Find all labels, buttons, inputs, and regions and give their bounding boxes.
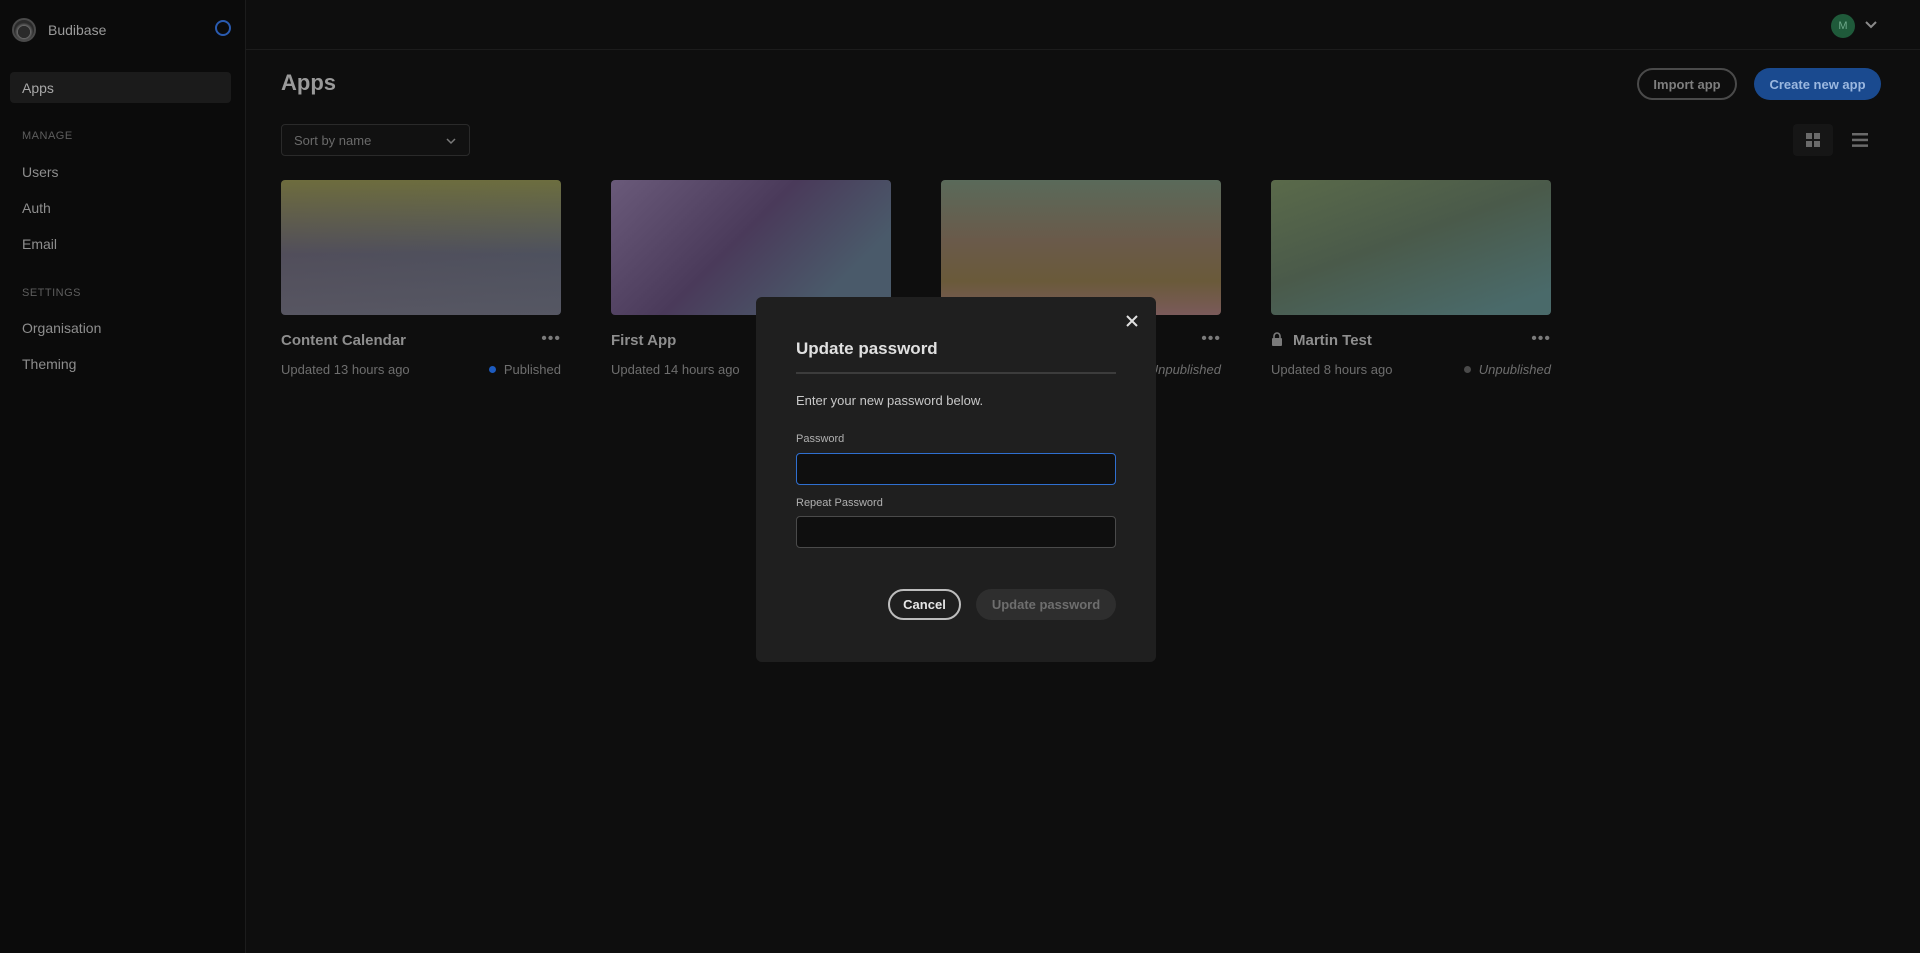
chevron-down-icon (446, 138, 456, 145)
grid-view-button[interactable] (1793, 124, 1833, 156)
app-updated: Updated 8 hours ago (1271, 362, 1393, 377)
update-password-modal: Update password Enter your new password … (756, 297, 1156, 662)
modal-title: Update password (796, 339, 938, 358)
app-status: Published (488, 362, 561, 377)
password-input[interactable] (796, 453, 1116, 485)
app-thumbnail[interactable] (941, 180, 1221, 315)
list-view-button[interactable] (1842, 124, 1878, 156)
app-updated: Updated 14 hours ago (611, 362, 740, 377)
repeat-password-label: Repeat Password (796, 497, 883, 509)
app-card[interactable]: Content Calendar ••• Updated 13 hours ag… (281, 180, 561, 380)
modal-description: Enter your new password below. (796, 393, 984, 408)
repeat-password-input[interactable] (796, 516, 1116, 548)
sidebar-item-auth[interactable]: Auth (10, 192, 231, 223)
brand-name: Budibase (48, 22, 107, 38)
cancel-button[interactable]: Cancel (888, 589, 961, 620)
sidebar-item-apps[interactable]: Apps (10, 72, 231, 103)
top-bar (246, 0, 1920, 50)
modal-divider (796, 372, 1116, 374)
app-status: Unpublished (1463, 362, 1551, 377)
list-icon (1852, 133, 1868, 147)
update-password-button[interactable]: Update password (976, 589, 1116, 620)
status-dot-icon (1463, 366, 1471, 373)
grid-icon (1806, 133, 1820, 147)
avatar[interactable]: M (1831, 14, 1855, 38)
page-title: Apps (281, 70, 336, 95)
sort-select-value: Sort by name (294, 132, 372, 148)
section-label-settings: SETTINGS (22, 287, 82, 299)
app-status-text: Unpublished (1148, 362, 1221, 377)
status-dot-icon (488, 366, 496, 373)
app-name[interactable]: Martin Test (1293, 332, 1372, 349)
app-thumbnail[interactable] (1271, 180, 1551, 315)
sidebar-item-theming[interactable]: Theming (10, 348, 231, 379)
status-ring-icon (215, 20, 231, 36)
section-label-manage: MANAGE (22, 130, 73, 142)
app-card[interactable]: Martin Test ••• Updated 8 hours ago Unpu… (1271, 180, 1551, 380)
more-options-icon[interactable]: ••• (1531, 331, 1551, 347)
sidebar-item-email[interactable]: Email (10, 228, 231, 259)
sidebar: Budibase Apps MANAGE Users Auth Email SE… (0, 0, 246, 953)
chevron-down-icon[interactable] (1864, 18, 1878, 32)
import-app-button[interactable]: Import app (1637, 68, 1737, 100)
app-name[interactable]: First App (611, 332, 676, 349)
app-name[interactable]: Content Calendar (281, 332, 406, 349)
create-new-app-button[interactable]: Create new app (1754, 68, 1881, 100)
app-status: Unpublished (1149, 362, 1221, 377)
app-root: Budibase Apps MANAGE Users Auth Email SE… (0, 0, 1920, 953)
password-label: Password (796, 433, 845, 445)
app-status-text: Unpublished (1478, 362, 1551, 377)
brand[interactable]: Budibase (12, 16, 106, 44)
sort-select[interactable]: Sort by name (281, 124, 470, 156)
budibase-logo-icon (12, 18, 36, 42)
app-thumbnail[interactable] (281, 180, 561, 315)
lock-icon (1272, 332, 1282, 346)
close-icon[interactable] (1124, 313, 1140, 329)
app-thumbnail[interactable] (611, 180, 891, 315)
app-updated: Updated 13 hours ago (281, 362, 410, 377)
more-options-icon[interactable]: ••• (541, 331, 561, 347)
sidebar-item-users[interactable]: Users (10, 156, 231, 187)
app-status-text: Published (503, 362, 561, 377)
sidebar-item-organisation[interactable]: Organisation (10, 312, 231, 343)
more-options-icon[interactable]: ••• (1201, 331, 1221, 347)
